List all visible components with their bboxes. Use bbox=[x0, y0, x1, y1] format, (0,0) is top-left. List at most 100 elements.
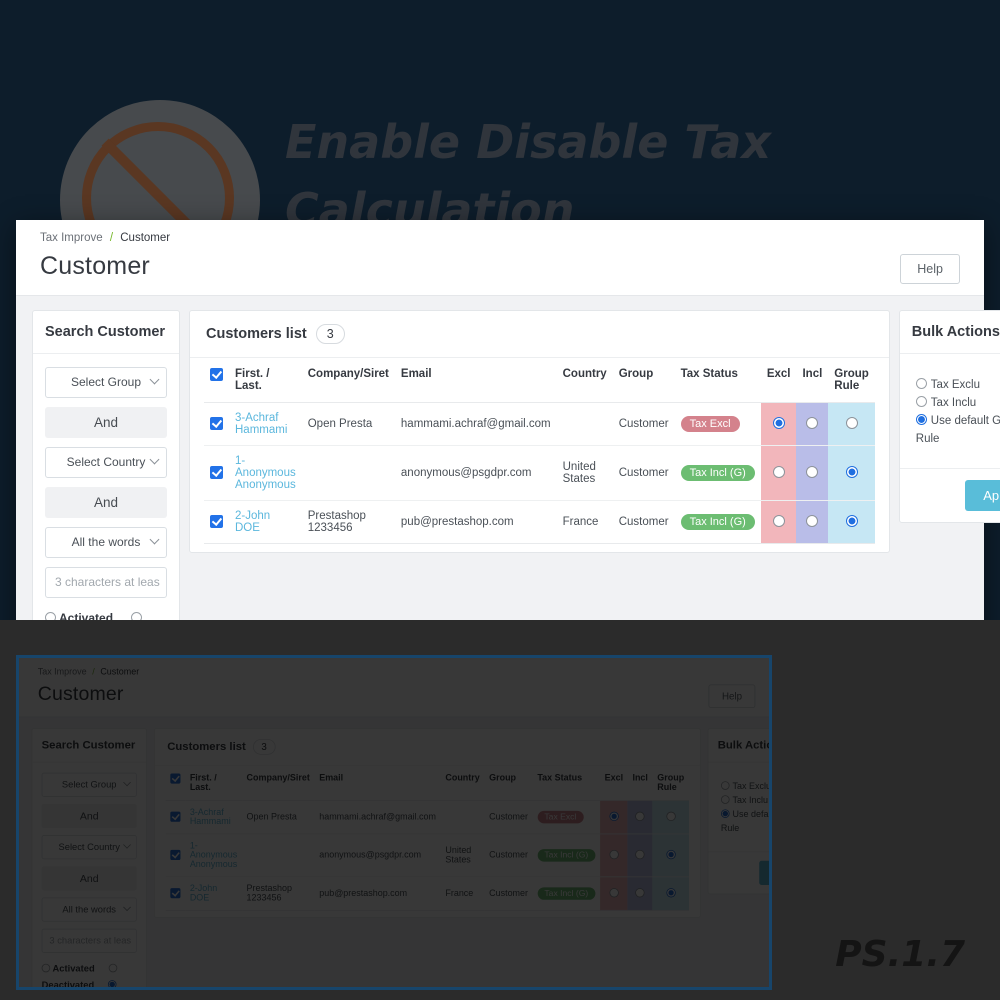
col-country: Country bbox=[440, 765, 485, 801]
cell-radio-excl[interactable] bbox=[760, 445, 797, 501]
country-select[interactable]: Select Country bbox=[45, 447, 167, 478]
cell-name[interactable]: 3-Achraf Hammami bbox=[229, 402, 302, 446]
row-checkbox-cell[interactable] bbox=[204, 445, 229, 501]
cell-radio-incl[interactable] bbox=[796, 500, 829, 544]
col-company: Company/Siret bbox=[241, 765, 315, 801]
table-row: 2-John DOE Prestashop 1233456 pub@prestash… bbox=[165, 876, 689, 911]
col-excl: Excl bbox=[760, 358, 797, 403]
cell-group: Customer bbox=[612, 500, 675, 544]
cell-country: United States bbox=[556, 445, 613, 501]
cell-group: Customer bbox=[484, 876, 533, 911]
cell-group: Customer bbox=[612, 402, 675, 446]
status-radio-activated: Activated bbox=[41, 963, 95, 974]
col-name: First. / Last. bbox=[185, 765, 242, 801]
help-button[interactable]: Help bbox=[900, 254, 960, 284]
status-badge: Tax Incl (G) bbox=[680, 514, 755, 530]
group-select-value: Select Group bbox=[41, 772, 137, 797]
group-select: Select Group bbox=[41, 772, 137, 797]
list-panel-title: Customers list bbox=[206, 326, 307, 342]
country-select-value: Select Country bbox=[45, 447, 167, 478]
row-checkbox bbox=[170, 811, 181, 822]
col-name[interactable]: First. / Last. bbox=[229, 358, 302, 403]
search-panel-title: Search Customer bbox=[33, 311, 179, 354]
table-row: 1-Anonymous Anonymous anonymous@psgdpr.co… bbox=[165, 833, 689, 878]
cell-name[interactable]: 1-Anonymous Anonymous bbox=[229, 445, 302, 501]
cell-name[interactable]: 2-John DOE bbox=[229, 500, 302, 544]
col-email: Email bbox=[314, 765, 441, 801]
cell-radio-group-rule[interactable] bbox=[828, 402, 875, 446]
apply-button[interactable]: Apply bbox=[965, 480, 1000, 511]
select-all-checkbox-cell[interactable] bbox=[204, 358, 229, 403]
cell-tax-status: Tax Incl (G) bbox=[532, 833, 600, 878]
bulk-option-use-default-group-rule: Use default Group Rule bbox=[720, 809, 769, 834]
country-select-value: Select Country bbox=[41, 835, 137, 860]
row-checkbox-cell[interactable] bbox=[204, 500, 229, 544]
radio-excl bbox=[772, 514, 785, 527]
cell-radio-group-rule[interactable] bbox=[828, 500, 875, 544]
cell-country: France bbox=[556, 500, 613, 544]
status-radio-group: Activated Deactivated Both bbox=[41, 961, 137, 987]
cell-email: pub@prestashop.com bbox=[314, 876, 441, 911]
breadcrumb: Tax Improve / Customer bbox=[40, 232, 960, 244]
cell-radio-excl[interactable] bbox=[760, 402, 797, 446]
cell-radio-group-rule bbox=[652, 800, 689, 835]
cell-company: Prestashop 1233456 bbox=[241, 876, 315, 911]
row-checkbox-cell[interactable] bbox=[204, 402, 229, 446]
customer-count-badge: 3 bbox=[315, 324, 345, 344]
and-button-2[interactable]: And bbox=[45, 487, 167, 518]
col-email[interactable]: Email bbox=[394, 358, 557, 403]
words-select[interactable]: All the words bbox=[45, 527, 167, 558]
bulk-option-tax-inclu[interactable]: Tax Inclu bbox=[915, 394, 1000, 412]
status-badge: Tax Excl bbox=[680, 416, 740, 432]
cell-tax-status: Tax Excl bbox=[532, 800, 600, 835]
customer-count-badge: 3 bbox=[252, 739, 276, 755]
dimmed-screenshot-frame: Tax Improve / Customer Customer Help Sea… bbox=[16, 655, 772, 990]
breadcrumb-current: Customer bbox=[100, 667, 140, 677]
app-body: Search Customer Select Group And Select … bbox=[19, 717, 769, 987]
keyword-input[interactable]: 3 characters at leas bbox=[45, 567, 167, 598]
app-window: Tax Improve / Customer Customer Help Sea… bbox=[19, 658, 769, 987]
group-select-value: Select Group bbox=[45, 367, 167, 398]
row-checkbox-cell bbox=[165, 833, 186, 878]
bulk-option-tax-exclu[interactable]: Tax Exclu bbox=[915, 376, 1000, 394]
select-all-checkbox bbox=[170, 773, 181, 784]
col-company[interactable]: Company/Siret bbox=[301, 358, 395, 403]
group-select[interactable]: Select Group bbox=[45, 367, 167, 398]
cell-radio-excl bbox=[599, 833, 628, 878]
cell-tax-status: Tax Excl bbox=[674, 402, 761, 446]
bulk-option-use-default-group-rule[interactable]: Use default Group Rule bbox=[915, 412, 1000, 448]
radio-excl bbox=[609, 811, 619, 821]
version-badge: PS.1.7 bbox=[835, 934, 965, 975]
col-tax-status[interactable]: Tax Status bbox=[674, 358, 761, 403]
cell-tax-status: Tax Incl (G) bbox=[674, 500, 761, 544]
search-customer-panel: Search Customer Select Group And Select … bbox=[31, 728, 147, 987]
cell-radio-excl bbox=[599, 876, 628, 911]
radio-group-rule bbox=[845, 465, 858, 478]
cell-radio-excl bbox=[599, 800, 628, 835]
cell-radio-incl[interactable] bbox=[796, 445, 829, 501]
radio-incl bbox=[806, 514, 819, 527]
cell-radio-incl bbox=[627, 833, 653, 878]
cell-radio-group-rule[interactable] bbox=[828, 445, 875, 501]
breadcrumb: Tax Improve / Customer bbox=[38, 667, 756, 676]
cell-email: anonymous@psgdpr.com bbox=[314, 833, 441, 878]
breadcrumb-parent[interactable]: Tax Improve bbox=[40, 232, 103, 244]
col-group[interactable]: Group bbox=[612, 358, 675, 403]
row-checkbox bbox=[170, 888, 181, 899]
col-group-rule: Group Rule bbox=[652, 765, 689, 801]
cell-company bbox=[301, 445, 395, 501]
cell-radio-incl[interactable] bbox=[796, 402, 829, 446]
col-country[interactable]: Country bbox=[556, 358, 613, 403]
cell-tax-status: Tax Incl (G) bbox=[532, 876, 600, 911]
bulk-panel-title: Bulk Actions bbox=[899, 311, 1000, 354]
row-checkbox bbox=[210, 417, 223, 430]
bulk-option-tax-inclu: Tax Inclu bbox=[720, 794, 769, 808]
cell-radio-excl[interactable] bbox=[760, 500, 797, 544]
radio-excl bbox=[609, 849, 619, 859]
page-title: Customer bbox=[37, 682, 124, 705]
col-tax-status: Tax Status bbox=[532, 765, 600, 801]
and-button-1[interactable]: And bbox=[45, 407, 167, 438]
cell-country: France bbox=[440, 876, 485, 911]
row-checkbox-cell bbox=[165, 800, 186, 835]
status-radio-deactivated-marker bbox=[108, 963, 119, 974]
